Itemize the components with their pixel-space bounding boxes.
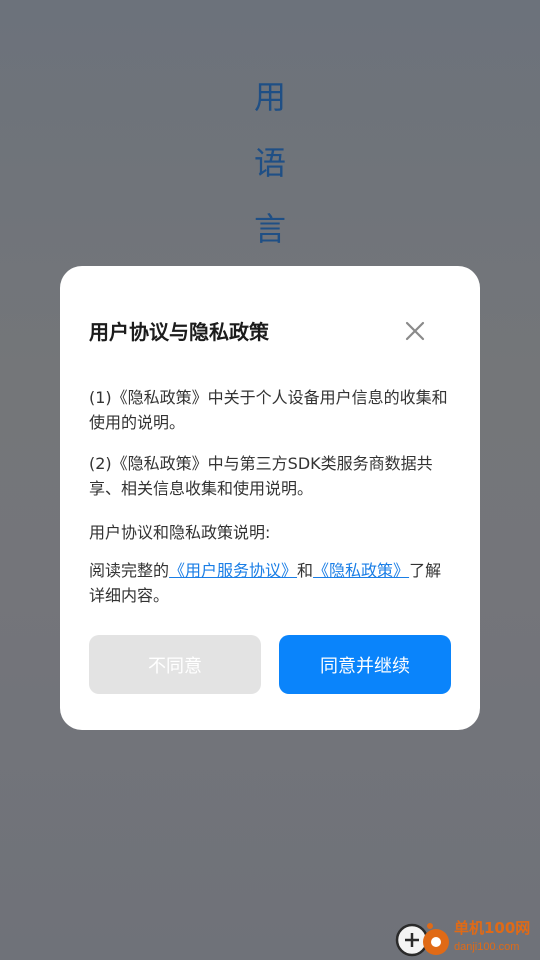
privacy-dialog: 用户协议与隐私政策 (1)《隐私政策》中关于个人设备用户信息的收集和使用的说明。… <box>60 266 480 730</box>
dialog-title: 用户协议与隐私政策 <box>89 320 269 344</box>
close-button[interactable] <box>400 316 430 346</box>
privacy-policy-link[interactable]: 《隐私政策》 <box>313 561 409 580</box>
watermark-domain: danji100.com <box>454 941 520 953</box>
gamepad-logo-icon <box>395 923 449 957</box>
watermark-title: 单机100网 <box>454 919 531 937</box>
read-middle-text: 和 <box>297 561 314 580</box>
agree-continue-button[interactable]: 同意并继续 <box>279 635 451 694</box>
close-icon <box>405 321 425 341</box>
policy-paragraph-3: 用户协议和隐私政策说明: <box>89 523 271 542</box>
background-char-2: 语 <box>253 144 286 182</box>
policy-paragraph-4: 阅读完整的《用户服务协议》和《隐私政策》了解详细内容。 <box>89 558 455 608</box>
policy-paragraph-1: (1)《隐私政策》中关于个人设备用户信息的收集和使用的说明。 <box>89 388 448 432</box>
background-char-1: 用 <box>253 78 286 116</box>
watermark: 单机100网 danji100.com <box>388 916 540 960</box>
policy-paragraph-2: (2)《隐私政策》中与第三方SDK类服务商数据共享、相关信息收集和使用说明。 <box>89 454 433 498</box>
read-prefix-text: 阅读完整的 <box>89 561 170 580</box>
background-language-text: 用 语 言 <box>247 64 293 262</box>
disagree-button[interactable]: 不同意 <box>89 635 261 694</box>
background-char-3: 言 <box>253 210 286 248</box>
user-agreement-link[interactable]: 《用户服务协议》 <box>169 561 297 580</box>
app-screen: 用 语 言 用户协议与隐私政策 (1)《隐私政策》中关于个人设备用户信息的收集和… <box>0 0 540 960</box>
